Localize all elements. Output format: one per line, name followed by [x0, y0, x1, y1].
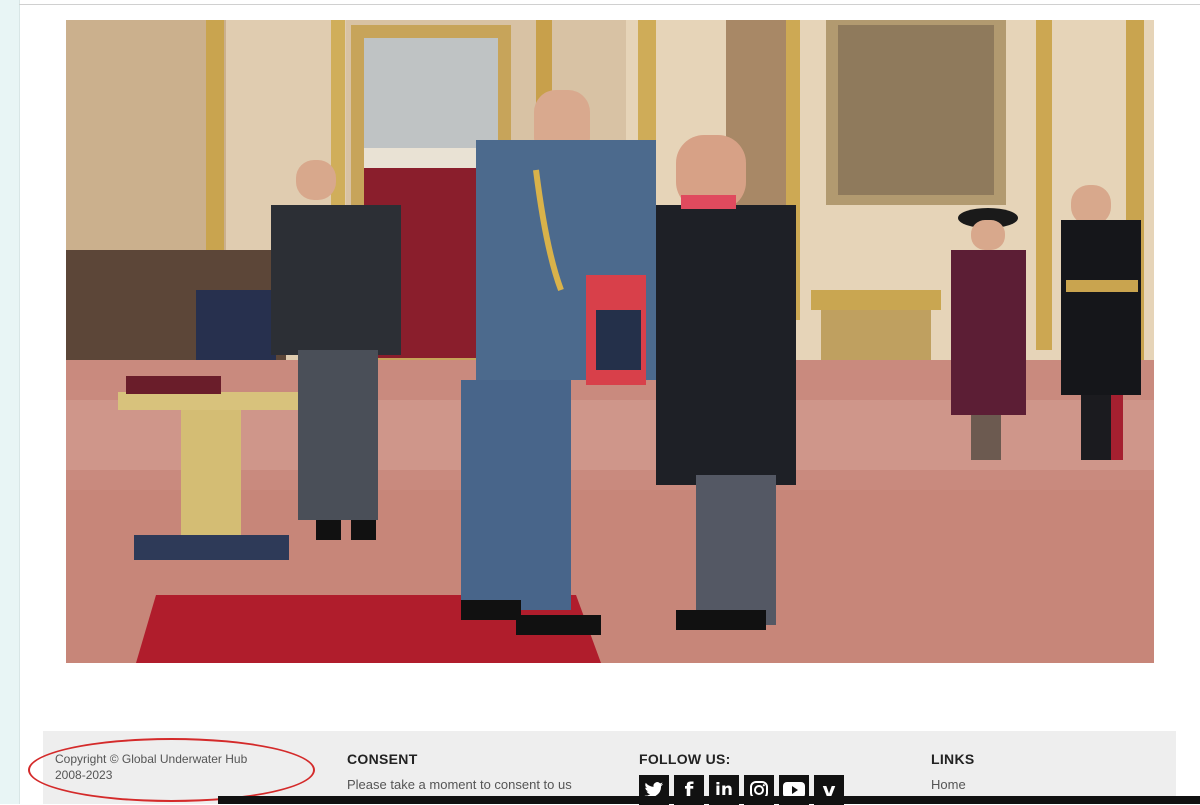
copyright-text: Copyright © Global Underwater Hub 2008-2… [55, 751, 295, 783]
consent-column: CONSENT Please take a moment to consent … [347, 731, 572, 792]
consent-text: Please take a moment to consent to us [347, 777, 572, 792]
follow-title: FOLLOW US: [639, 751, 731, 767]
links-title: LINKS [931, 751, 975, 767]
home-link[interactable]: Home [931, 777, 975, 792]
copyright-line-1: Copyright © Global Underwater Hub [55, 752, 248, 766]
left-page-strip [0, 0, 20, 804]
follow-column: FOLLOW US: f in v [639, 731, 844, 805]
site-footer: Copyright © Global Underwater Hub 2008-2… [43, 731, 1176, 805]
ceremony-photo [66, 20, 1154, 663]
consent-title: CONSENT [347, 751, 418, 767]
bottom-bar [218, 796, 1200, 804]
top-divider [19, 4, 1200, 5]
copyright-line-2: 2008-2023 [55, 768, 113, 782]
links-column: LINKS Home [931, 731, 975, 792]
